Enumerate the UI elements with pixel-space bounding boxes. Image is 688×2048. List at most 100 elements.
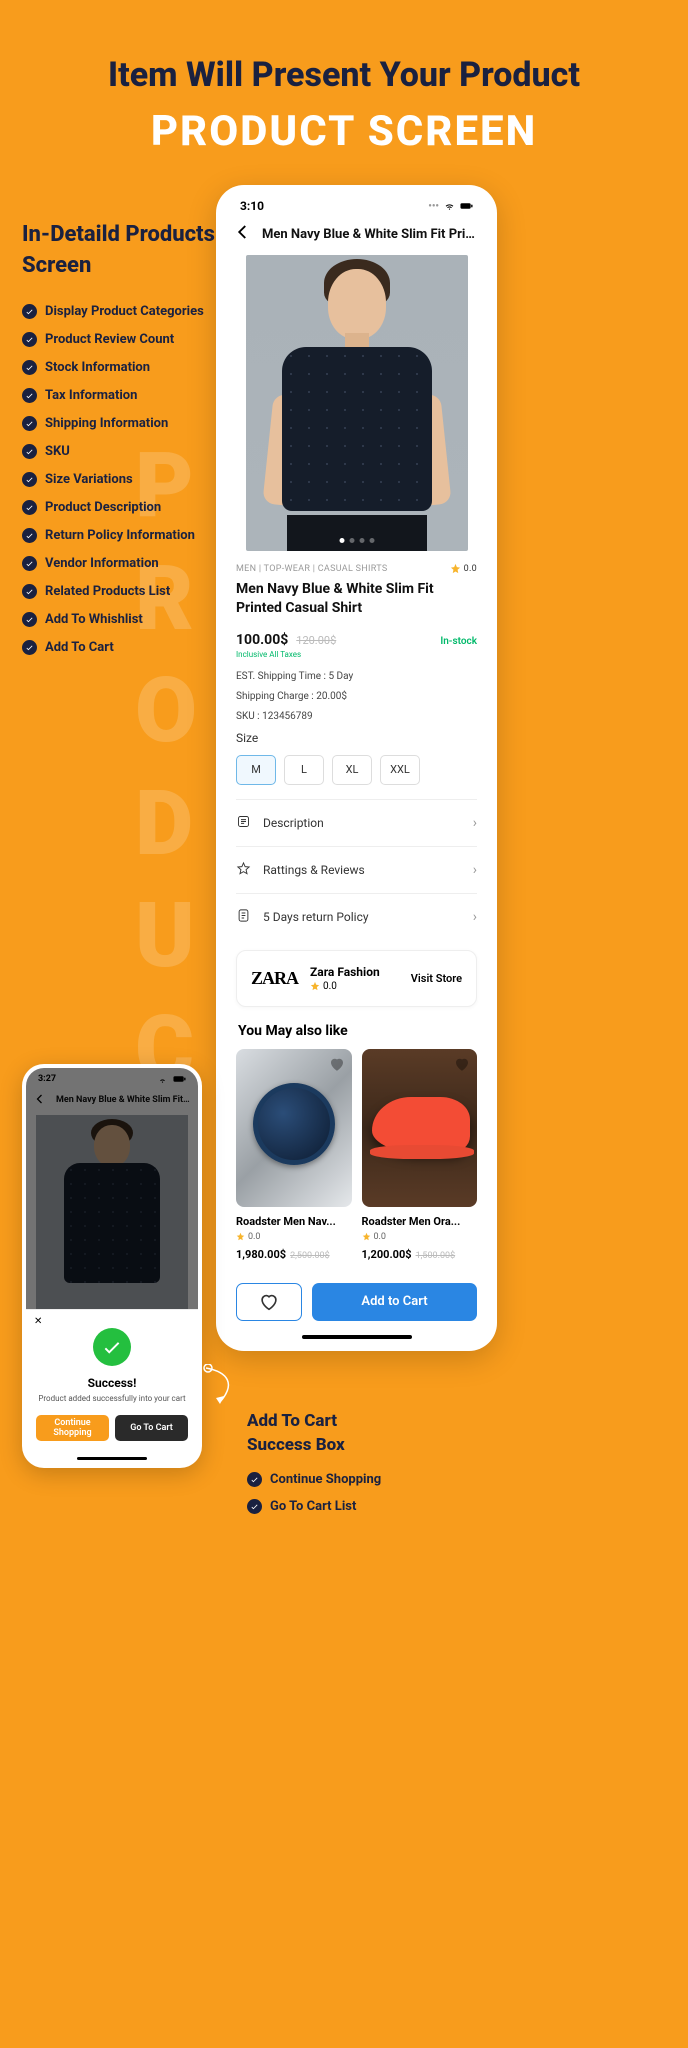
related-image-watch <box>236 1049 352 1207</box>
related-title: Roadster Men Ora... <box>362 1215 478 1228</box>
app-header: Men Navy Blue & White Slim Fit Print... <box>222 217 491 255</box>
feature-item: Vendor Information <box>22 556 222 571</box>
back-button[interactable] <box>234 223 252 245</box>
heart-icon[interactable] <box>453 1055 471 1073</box>
size-option-xl[interactable]: XL <box>332 755 372 785</box>
tax-note: Inclusive All Taxes <box>236 650 477 659</box>
vendor-rating: 0.0 <box>310 981 399 992</box>
go-to-cart-button[interactable]: Go To Cart <box>115 1415 188 1441</box>
add-to-cart-button[interactable]: Add to Cart <box>312 1283 477 1321</box>
vendor-logo: ZARA <box>251 968 298 989</box>
star-icon <box>310 981 320 991</box>
related-price: 1,980.00$2,500.00$ <box>236 1248 352 1261</box>
size-option-xxl[interactable]: XXL <box>380 755 420 785</box>
signal-icon: ••• <box>428 201 439 212</box>
check-icon <box>22 416 37 431</box>
feature-item: Shipping Information <box>22 416 222 431</box>
success-box-heading: Add To CartSuccess Box <box>247 1410 381 1458</box>
success-title: Success! <box>36 1376 188 1390</box>
product-image-small <box>36 1115 188 1309</box>
accordion-reviews[interactable]: Rattings & Reviews › <box>236 846 477 893</box>
hero-line-1: Item Will Present Your Product <box>20 55 668 95</box>
size-option-l[interactable]: L <box>284 755 324 785</box>
bottom-bar: Add to Cart <box>222 1275 491 1335</box>
related-rating: 0.0 <box>362 1232 478 1242</box>
product-image[interactable] <box>246 255 468 551</box>
related-price: 1,200.00$1,500.00$ <box>362 1248 478 1261</box>
size-option-m[interactable]: M <box>236 755 276 785</box>
feature-item: Display Product Categories <box>22 304 222 319</box>
success-sheet: ✕ Success! Product added successfully in… <box>26 1309 198 1449</box>
heart-outline-icon <box>258 1291 280 1313</box>
success-check-icon <box>93 1328 131 1366</box>
phone-main: 3:10 ••• Men Navy Blue & White Slim Fit … <box>216 185 497 1351</box>
policy-icon <box>236 908 251 926</box>
check-icon <box>22 612 37 627</box>
chevron-right-icon: › <box>473 862 477 878</box>
header-title: Men Navy Blue & White Slim Fit Print... <box>262 227 479 242</box>
check-icon <box>247 1472 262 1487</box>
callout-arrow-icon <box>200 1364 244 1408</box>
star-icon <box>236 1232 245 1241</box>
feature-item: Stock Information <box>22 360 222 375</box>
check-icon <box>22 304 37 319</box>
feature-item: Tax Information <box>22 388 222 403</box>
size-options: M L XL XXL <box>236 755 477 785</box>
accordion-return-policy[interactable]: 5 Days return Policy › <box>236 893 477 940</box>
home-indicator <box>302 1335 412 1339</box>
related-card[interactable]: Roadster Men Ora... 0.0 1,200.00$1,500.0… <box>362 1049 478 1261</box>
battery-icon <box>460 201 473 211</box>
wifi-icon <box>156 1074 169 1084</box>
related-card[interactable]: Roadster Men Nav... 0.0 1,980.00$2,500.0… <box>236 1049 352 1261</box>
hero-line-2: PRODUCT SCREEN <box>20 107 668 156</box>
chevron-right-icon: › <box>473 909 477 925</box>
wifi-icon <box>443 201 456 211</box>
description-icon <box>236 814 251 832</box>
size-label: Size <box>236 731 477 745</box>
feature-item: Return Policy Information <box>22 528 222 543</box>
you-may-also-like-heading: You May also like <box>236 1023 477 1039</box>
continue-shopping-button[interactable]: Continue Shopping <box>36 1415 109 1441</box>
related-rating: 0.0 <box>236 1232 352 1242</box>
check-icon <box>22 556 37 571</box>
heart-icon[interactable] <box>328 1055 346 1073</box>
status-icons: ••• <box>428 201 473 212</box>
visit-store-link[interactable]: Visit Store <box>411 972 462 985</box>
check-icon <box>247 1499 262 1514</box>
status-icons <box>156 1074 186 1084</box>
feature-item: Product Review Count <box>22 332 222 347</box>
vendor-card[interactable]: ZARA Zara Fashion 0.0 Visit Store <box>236 950 477 1007</box>
success-box-item: Continue Shopping <box>247 1472 381 1487</box>
shipping-charge: Shipping Charge : 20.00$ <box>236 691 477 702</box>
price: 100.00$ <box>236 632 288 648</box>
feature-items: Display Product Categories Product Revie… <box>22 304 222 655</box>
check-icon <box>22 360 37 375</box>
related-title: Roadster Men Nav... <box>236 1215 352 1228</box>
related-products: Roadster Men Nav... 0.0 1,980.00$2,500.0… <box>236 1049 477 1275</box>
status-time: 3:10 <box>240 199 264 213</box>
close-icon[interactable]: ✕ <box>34 1316 42 1327</box>
rating-top: 0.0 <box>450 563 477 574</box>
feature-item: Add To Cart <box>22 640 222 655</box>
carousel-dots <box>339 538 374 543</box>
check-icon <box>22 444 37 459</box>
chevron-right-icon: › <box>473 815 477 831</box>
success-box-info: Add To CartSuccess Box Continue Shopping… <box>247 1410 381 1526</box>
accordion-description[interactable]: Description › <box>236 799 477 846</box>
home-indicator <box>77 1457 147 1460</box>
check-icon <box>22 528 37 543</box>
check-icon <box>22 584 37 599</box>
battery-icon <box>173 1074 186 1084</box>
feature-item: SKU <box>22 444 222 459</box>
wishlist-button[interactable] <box>236 1283 302 1321</box>
feature-item: Product Description <box>22 500 222 515</box>
phone-popup: 3:27 Men Navy Blue & White Slim Fit Prin… <box>22 1064 202 1468</box>
back-button[interactable] <box>34 1090 46 1109</box>
feature-item: Size Variations <box>22 472 222 487</box>
feature-item: Related Products List <box>22 584 222 599</box>
original-price: 120.00$ <box>296 634 336 647</box>
feature-item: Add To Whishlist <box>22 612 222 627</box>
success-box-item: Go To Cart List <box>247 1499 381 1514</box>
check-icon <box>22 388 37 403</box>
success-message: Product added successfully into your car… <box>36 1394 188 1403</box>
